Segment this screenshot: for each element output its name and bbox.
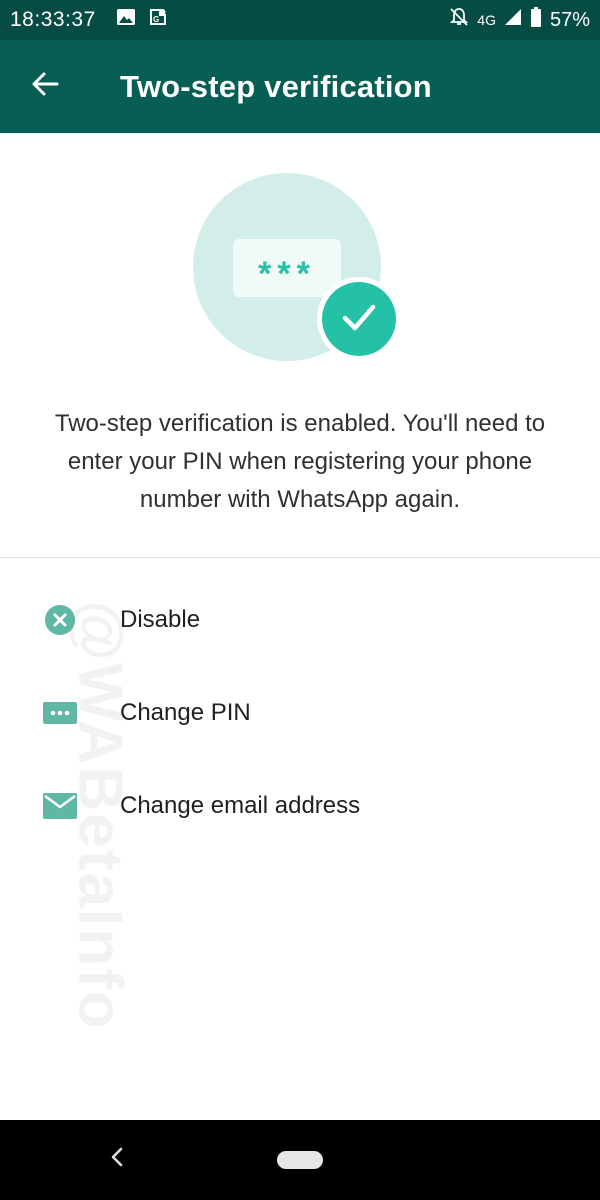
navigation-bar: [0, 1120, 600, 1200]
app-bar: Two-step verification: [0, 40, 600, 133]
check-icon: [337, 295, 381, 344]
hero-illustration: ***: [193, 173, 401, 361]
status-right: 4G 57%: [449, 7, 590, 33]
svg-text:G: G: [153, 15, 159, 24]
check-badge-inner: [322, 282, 396, 356]
nav-back-icon: [109, 1146, 125, 1173]
back-button[interactable]: [0, 40, 90, 133]
network-type: 4G: [477, 12, 496, 28]
options-list: Disable Change PIN Change email address: [0, 573, 600, 852]
signal-icon: [504, 8, 522, 32]
pin-mask: ***: [258, 254, 316, 293]
change-pin-option[interactable]: Change PIN: [0, 666, 600, 759]
status-bar: 18:33:37 G 4G 57%: [0, 0, 600, 40]
arrow-back-icon: [30, 69, 60, 104]
check-badge: [317, 277, 401, 361]
status-left-icons: G: [116, 7, 168, 33]
status-description: Two-step verification is enabled. You'll…: [54, 410, 546, 513]
disable-icon: [0, 573, 120, 666]
status-time: 18:33:37: [10, 8, 96, 31]
notifications-off-icon: [449, 7, 469, 33]
email-icon: [0, 759, 120, 852]
image-icon: [116, 7, 136, 33]
nav-home-button[interactable]: [277, 1151, 323, 1169]
maps-icon: G: [148, 7, 168, 33]
pin-mask-box: ***: [233, 239, 341, 297]
change-email-option[interactable]: Change email address: [0, 759, 600, 852]
change-email-label: Change email address: [120, 791, 361, 819]
battery-icon: [530, 7, 542, 33]
disable-label: Disable: [120, 605, 201, 633]
disable-option[interactable]: Disable: [0, 573, 600, 666]
nav-back-button[interactable]: [100, 1142, 134, 1176]
change-pin-label: Change PIN: [120, 698, 251, 726]
divider: [0, 557, 600, 558]
battery-percent: 57%: [549, 8, 590, 31]
pin-icon: [0, 666, 120, 759]
page-title: Two-step verification: [120, 68, 432, 104]
